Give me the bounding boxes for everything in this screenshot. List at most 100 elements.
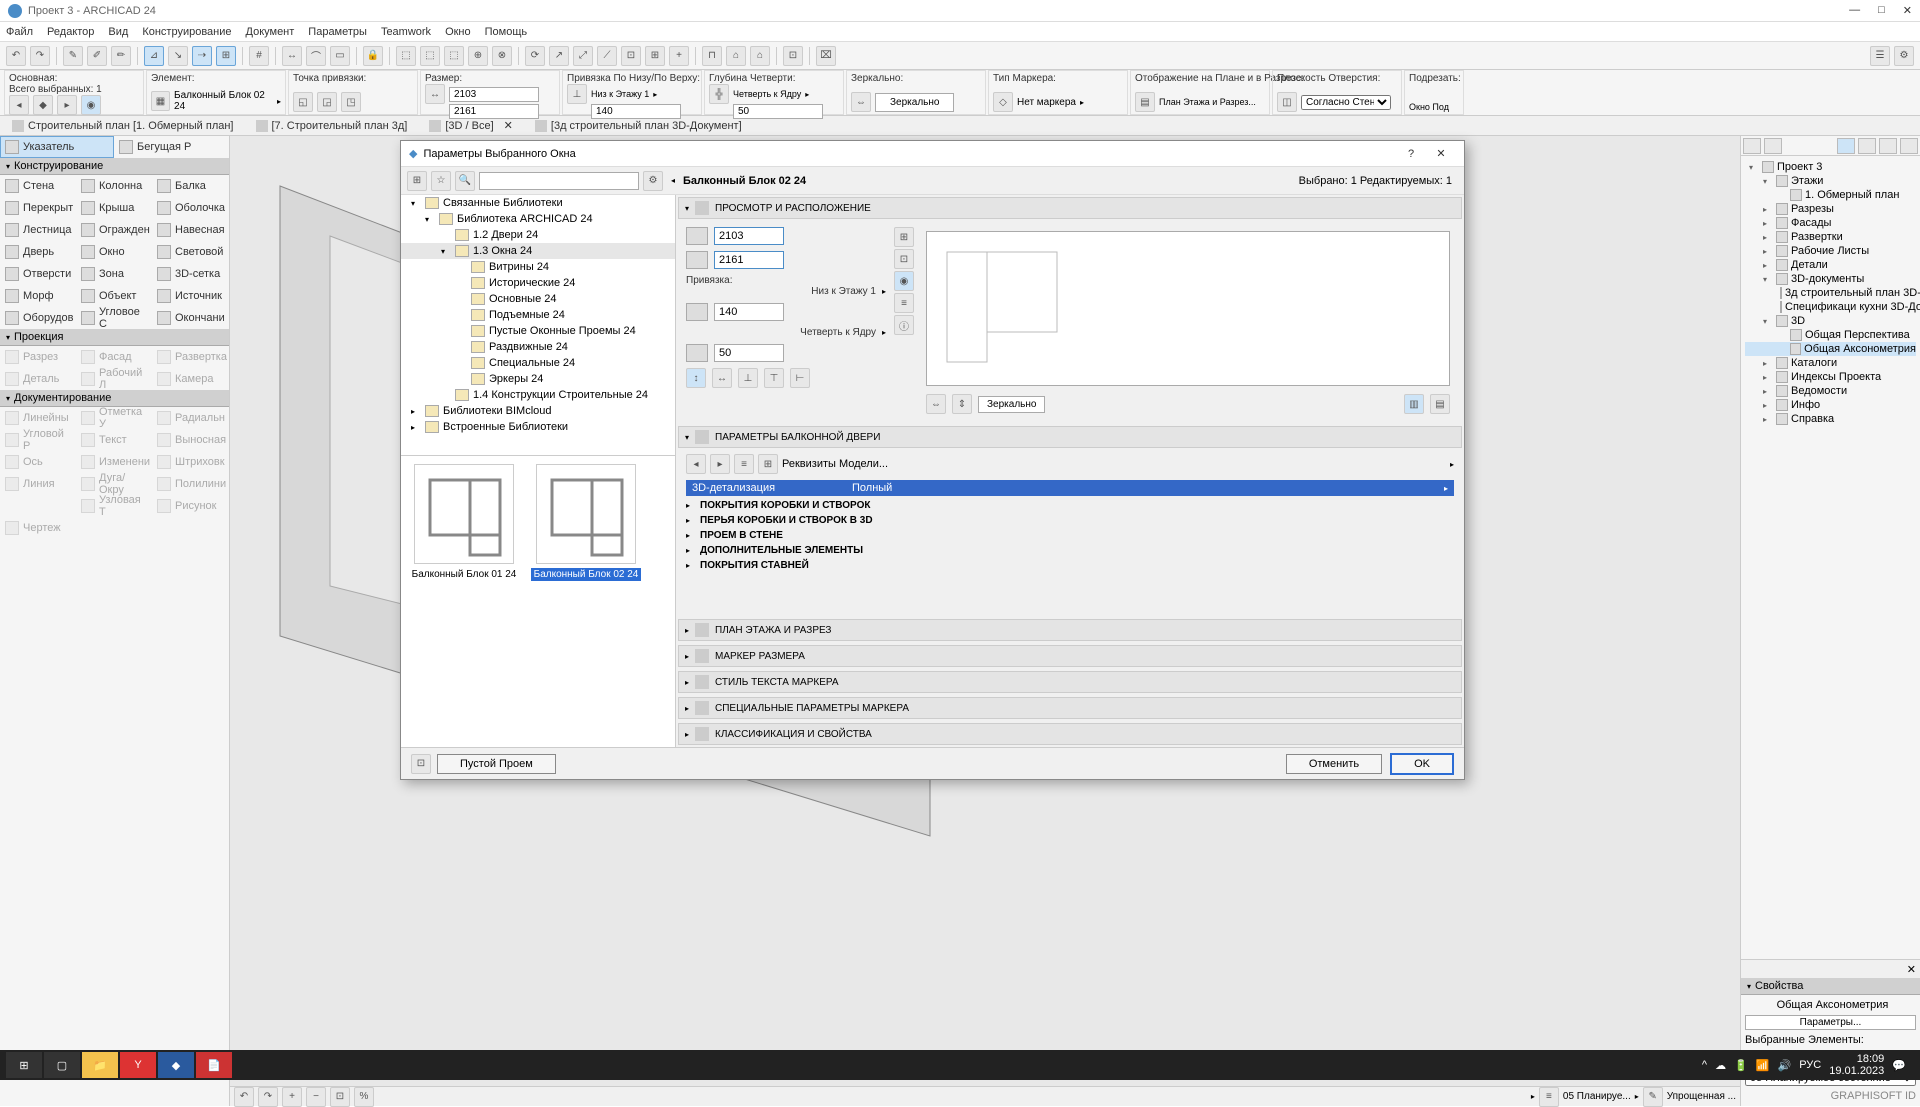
v5-icon[interactable]: ⌧ [816,46,836,66]
redo-icon[interactable]: ↷ [30,46,50,66]
nav-pub-icon[interactable] [1900,138,1918,154]
tool-Окончани[interactable]: Окончани [152,307,228,329]
param-tab[interactable]: Реквизиты Модели... [782,458,1446,470]
tool-Стена[interactable]: Стена [0,175,76,197]
tool-Угловой Р[interactable]: Угловой Р [0,429,76,451]
tray-date[interactable]: 19.01.2023 [1829,1065,1884,1077]
view-tab-1[interactable]: [7. Строительный план 3д] [250,120,414,132]
menu-документ[interactable]: Документ [246,26,295,38]
tool-Узловая Т[interactable]: Узловая Т [76,495,152,517]
section-preview[interactable]: ▾ПРОСМОТР И РАСПОЛОЖЕНИЕ [678,197,1462,219]
planview-val[interactable]: План Этажа и Разрез... [1159,97,1256,107]
subsect-ПОКРЫТИЯ СТАВНЕЙ[interactable]: ▸ПОКРЫТИЯ СТАВНЕЙ [676,558,1464,573]
anchor2-icon[interactable]: ◲ [317,92,337,112]
tool-Источник[interactable]: Источник [152,285,228,307]
nav-Каталоги[interactable]: ▸Каталоги [1745,356,1916,370]
m5-icon[interactable]: ⊡ [621,46,641,66]
nav-3д строительный план 3D-Докум[interactable]: 3д строительный план 3D-Докум [1745,286,1916,300]
tool-Угловое С[interactable]: Угловое С [76,307,152,329]
anchor1-icon[interactable]: ◱ [293,92,313,112]
preview-mode-1[interactable]: ⊞ [894,227,914,247]
preview-mode-3[interactable]: ◉ [894,271,914,291]
tool-Дуга/Окру[interactable]: Дуга/Окру [76,473,152,495]
tool-Линейны[interactable]: Линейны [0,407,76,429]
tool-Рабочий Л[interactable]: Рабочий Л [76,368,152,390]
orient-2[interactable]: ↔ [712,368,732,388]
section-class[interactable]: ▸КЛАССИФИКАЦИЯ И СВОЙСТВА [678,723,1462,745]
vbind-input[interactable] [591,104,681,119]
v2-icon[interactable]: ⌂ [726,46,746,66]
zoom-prev-icon[interactable]: ↶ [234,1087,254,1107]
t1-icon[interactable]: ⬚ [396,46,416,66]
trace-icon[interactable]: ✏ [111,46,131,66]
arc-icon[interactable]: ⌒ [306,46,326,66]
lib-1.2 Двери 24[interactable]: 1.2 Двери 24 [401,227,675,243]
view-tab-2[interactable]: [3D / Все]✕ [423,119,519,132]
param-3d-detail[interactable]: 3D-детализация Полный ▸ [686,480,1454,496]
ruler-icon[interactable]: ↔ [282,46,302,66]
snap2-icon[interactable]: ⇢ [192,46,212,66]
tool-Лестница[interactable]: Лестница [0,219,76,241]
menu-конструирование[interactable]: Конструирование [142,26,231,38]
tool-Окно[interactable]: Окно [76,241,152,263]
subsect-ПРОЕМ В СТЕНЕ[interactable]: ▸ПРОЕМ В СТЕНЕ [676,528,1464,543]
project-header[interactable]: Проекция [0,329,229,346]
tool-Балка[interactable]: Балка [152,175,228,197]
sel-all-icon[interactable]: ◆ [33,95,53,115]
nav-Рабочие Листы[interactable]: ▸Рабочие Листы [1745,244,1916,258]
m6-icon[interactable]: ⊞ [645,46,665,66]
dlg-flip-v-icon[interactable]: ⇕ [952,394,972,414]
tool-Фасад[interactable]: Фасад [76,346,152,368]
orient-1[interactable]: ↕ [686,368,706,388]
props-params-button[interactable]: Параметры... [1745,1015,1916,1030]
nav-1. Обмерный план[interactable]: 1. Обмерный план [1745,188,1916,202]
tool-Линия[interactable]: Линия [0,473,76,495]
tray-lang[interactable]: РУС [1799,1059,1821,1071]
section-door-params[interactable]: ▾ПАРАМЕТРЫ БАЛКОННОЙ ДВЕРИ [678,426,1462,448]
nav-Фасады[interactable]: ▸Фасады [1745,216,1916,230]
marquee-tool[interactable]: Бегущая Р [114,136,228,158]
nav-Ведомости[interactable]: ▸Ведомости [1745,384,1916,398]
nav-projmap-icon[interactable] [1837,138,1855,154]
anchor3-icon[interactable]: ◳ [341,92,361,112]
lib-Библиотеки BIMcloud[interactable]: ▸Библиотеки BIMcloud [401,403,675,419]
v3-icon[interactable]: ⌂ [750,46,770,66]
tool-Перекрыт[interactable]: Перекрыт [0,197,76,219]
tool-Чертеж[interactable]: Чертеж [0,517,76,539]
nav-Индексы Проекта[interactable]: ▸Индексы Проекта [1745,370,1916,384]
nav-Справка[interactable]: ▸Справка [1745,412,1916,426]
dlg-mirror-button[interactable]: Зеркально [978,396,1045,413]
section-marker[interactable]: ▸МАРКЕР РАЗМЕРА [678,645,1462,667]
lib-Эркеры 24[interactable]: Эркеры 24 [401,371,675,387]
section-plan[interactable]: ▸ПЛАН ЭТАЖА И РАЗРЕЗ [678,619,1462,641]
tool-Световой[interactable]: Световой [152,241,228,263]
m7-icon[interactable]: + [669,46,689,66]
tray-notif-icon[interactable]: 💬 [1892,1059,1906,1072]
zoom-fit-icon[interactable]: ⊡ [330,1087,350,1107]
status-simpl[interactable]: Упрощенная ... [1667,1091,1736,1102]
subsect-ПЕРЬЯ КОРОБКИ И СТВОРОК В 3D[interactable]: ▸ПЕРЬЯ КОРОБКИ И СТВОРОК В 3D [676,513,1464,528]
nav-Общая Перспектива[interactable]: Общая Перспектива [1745,328,1916,342]
v1-icon[interactable]: ⊓ [702,46,722,66]
tool-Ось[interactable]: Ось [0,451,76,473]
lock-icon[interactable]: 🔒 [363,46,383,66]
dlg-width-input[interactable] [714,227,784,245]
dlg-flip-h-icon[interactable]: ⇔ [926,394,946,414]
tool-Текст[interactable]: Текст [76,429,152,451]
lib-Встроенные Библиотеки[interactable]: ▸Встроенные Библиотеки [401,419,675,435]
props-header[interactable]: Свойства [1741,978,1920,995]
dialog-close-button[interactable]: ✕ [1426,147,1456,160]
status-plan[interactable]: 05 Планируе... [1563,1091,1631,1102]
dlg-quarter-input[interactable] [714,344,784,362]
tool-Объект[interactable]: Объект [76,285,152,307]
t2-icon[interactable]: ⬚ [420,46,440,66]
nav-btn2[interactable] [1764,138,1782,154]
collab-icon[interactable]: ☰ [1870,46,1890,66]
close-button[interactable]: ✕ [1903,4,1912,17]
dlg-empty-icon[interactable]: ⊡ [411,754,431,774]
dlg-tree-icon[interactable]: ⊞ [407,171,427,191]
dlg-search-input[interactable] [479,172,639,190]
lib-1.3 Окна 24[interactable]: ▾1.3 Окна 24 [401,243,675,259]
tool-Отметка У[interactable]: Отметка У [76,407,152,429]
opening-icon[interactable]: ◫ [1277,92,1297,112]
